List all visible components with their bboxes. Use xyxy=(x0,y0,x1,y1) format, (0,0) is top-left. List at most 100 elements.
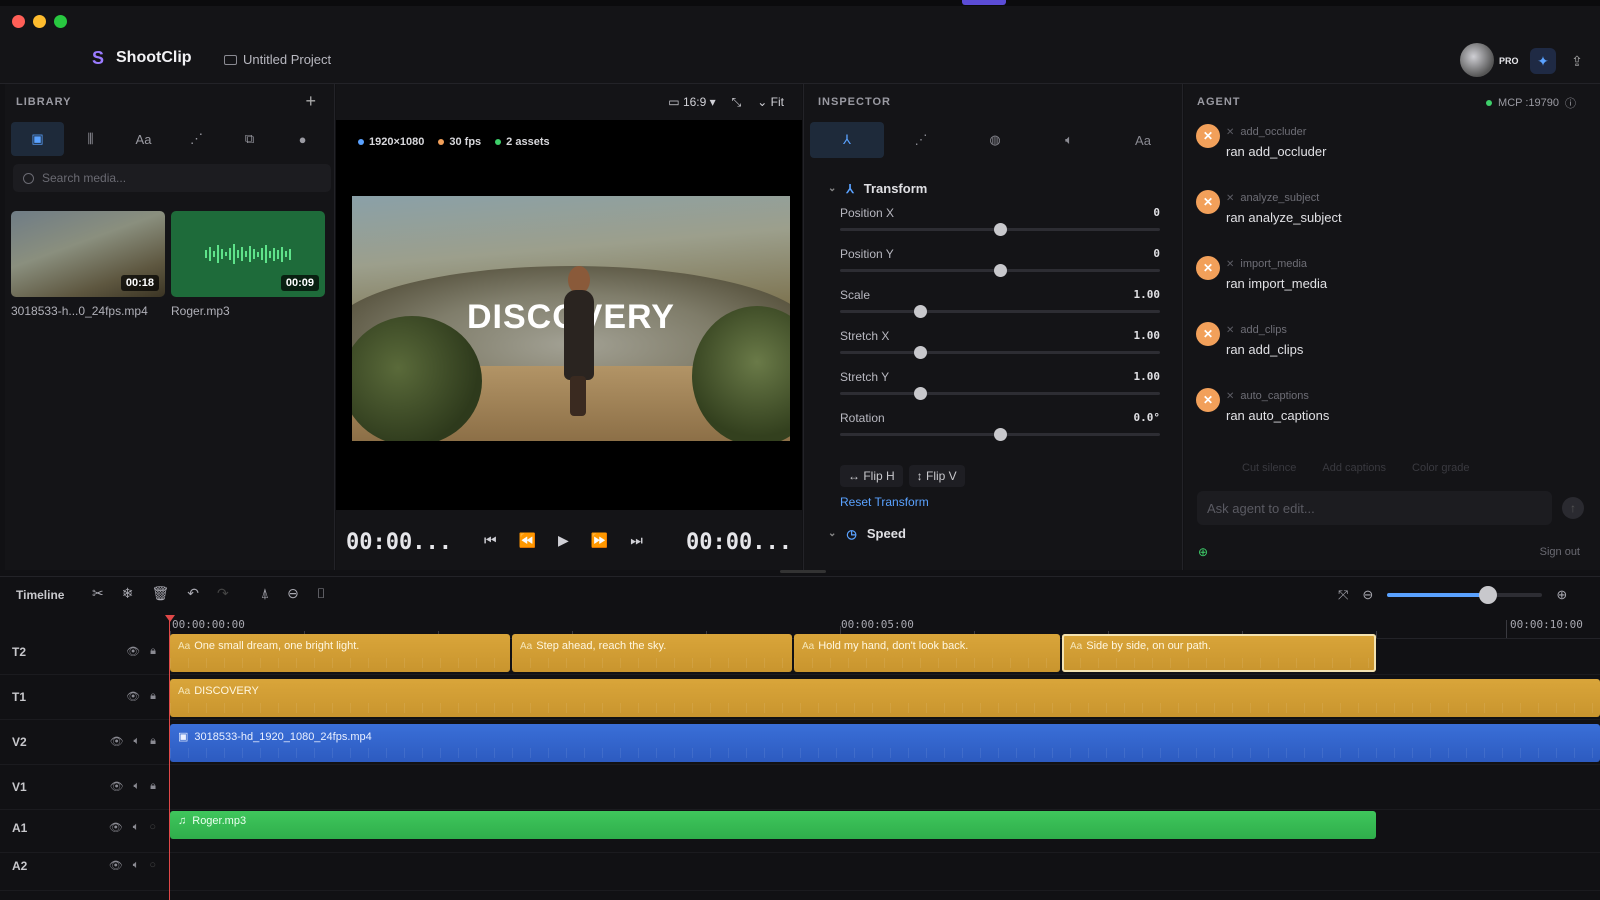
lock-icon[interactable]: 🔒︎ xyxy=(150,645,156,658)
eye-icon[interactable]: 👁︎ xyxy=(110,780,124,793)
fit-select[interactable]: ⌄ Fit xyxy=(757,95,784,109)
skip-start-button[interactable]: ⏮ xyxy=(484,532,497,549)
add-media-button[interactable]: + xyxy=(305,91,316,112)
eye-icon[interactable]: 👁︎ xyxy=(110,735,124,748)
slider-track[interactable] xyxy=(840,351,1160,354)
sign-out-link[interactable]: Sign out xyxy=(1540,546,1580,558)
tab-audio[interactable]: 🔈︎ xyxy=(1032,122,1106,158)
fullscreen-button[interactable]: ⤡ xyxy=(732,95,742,110)
slider-knob[interactable] xyxy=(914,305,927,318)
suggestion-color-grade[interactable]: Color grade xyxy=(1412,462,1469,474)
zoom-knob[interactable] xyxy=(1479,586,1498,604)
split-icon[interactable]: ⍋ xyxy=(261,585,269,602)
share-button[interactable]: ⇪ xyxy=(1566,50,1588,72)
lock-icon[interactable]: 🔒︎ xyxy=(150,780,156,793)
undo-icon[interactable]: ↶ xyxy=(187,585,199,602)
play-button[interactable]: ▶ xyxy=(558,532,569,549)
tab-effects[interactable]: ⋰ xyxy=(170,122,223,156)
media-item-audio[interactable]: 00:09 Roger.mp3 xyxy=(171,211,325,318)
agent-status-icon[interactable]: ⊕ xyxy=(1198,545,1208,559)
agent-prompt-input[interactable] xyxy=(1207,491,1537,525)
agent-action[interactable]: ✕ ✕ auto_captions ran auto_captions xyxy=(1196,388,1556,438)
project-title[interactable]: Untitled Project xyxy=(224,52,331,67)
maximize-window-button[interactable] xyxy=(54,15,67,28)
caption-clip-selected[interactable]: Aa Side by side, on our path. xyxy=(1062,634,1376,672)
crop-icon[interactable]: ⌷ xyxy=(317,585,325,602)
prop-value[interactable]: 1.00 xyxy=(1134,288,1161,301)
title-clip[interactable]: Aa DISCOVERY xyxy=(170,679,1600,717)
eye-icon[interactable]: 👁︎ xyxy=(109,821,123,834)
tab-effects[interactable]: ⋰ xyxy=(884,122,958,158)
tab-shapes[interactable]: ⧉ xyxy=(223,122,276,156)
speaker-icon[interactable]: 🔈︎ xyxy=(134,735,141,748)
step-forward-button[interactable]: ⏩ xyxy=(591,532,608,549)
caption-clip[interactable]: Aa Step ahead, reach the sky. xyxy=(512,634,792,672)
zoom-slider[interactable] xyxy=(1387,586,1543,604)
aspect-ratio-select[interactable]: ▭ 16:9 ▾ xyxy=(668,95,715,109)
slider-track[interactable] xyxy=(840,310,1160,313)
eye-icon[interactable]: 👁︎ xyxy=(126,690,140,703)
flip-v-button[interactable]: ↕ Flip V xyxy=(908,465,965,487)
minimize-window-button[interactable] xyxy=(33,15,46,28)
slider-knob[interactable] xyxy=(994,264,1007,277)
prop-value[interactable]: 0.0° xyxy=(1134,411,1161,424)
agent-action[interactable]: ✕ ✕ add_occluder ran add_occluder xyxy=(1196,124,1556,174)
zoom-out-icon[interactable]: ⊖ xyxy=(1362,587,1373,603)
agent-action[interactable]: ✕ ✕ import_media ran import_media xyxy=(1196,256,1556,306)
speaker-icon[interactable]: 🔈︎ xyxy=(134,780,141,793)
zoom-in-icon[interactable]: ⊕ xyxy=(1556,587,1567,603)
tab-color[interactable]: ◍ xyxy=(958,122,1032,158)
redo-icon[interactable]: ↷ xyxy=(217,585,229,602)
tab-text[interactable]: Aa xyxy=(117,122,170,156)
scissors-icon[interactable]: ✂ xyxy=(92,585,104,602)
tab-transform[interactable]: ⅄ xyxy=(810,122,884,158)
lock-icon[interactable]: 🔒︎ xyxy=(150,690,156,703)
playhead-handle[interactable] xyxy=(165,615,175,622)
prop-value[interactable]: 1.00 xyxy=(1134,329,1161,342)
slider-knob[interactable] xyxy=(994,223,1007,236)
prop-value[interactable]: 1.00 xyxy=(1134,370,1161,383)
tab-color[interactable]: ● xyxy=(276,122,329,156)
suggestion-add-captions[interactable]: Add captions xyxy=(1322,462,1386,474)
agent-action[interactable]: ✕ ✕ add_clips ran add_clips xyxy=(1196,322,1556,372)
mute-icon[interactable]: ○ xyxy=(149,859,156,872)
caption-clip[interactable]: Aa Hold my hand, don't look back. xyxy=(794,634,1060,672)
trash-icon[interactable]: 🗑︎ xyxy=(151,585,169,602)
freeze-icon[interactable]: ❄ xyxy=(122,585,134,602)
eye-icon[interactable]: 👁︎ xyxy=(109,859,123,872)
ai-sparkle-button[interactable]: ✦ xyxy=(1530,48,1556,74)
caption-clip[interactable]: Aa One small dream, one bright light. xyxy=(170,634,510,672)
slider-knob[interactable] xyxy=(914,346,927,359)
speaker-icon[interactable]: 🔈︎ xyxy=(133,859,140,872)
snap-icon[interactable]: ⤧ xyxy=(1338,587,1348,603)
flip-h-button[interactable]: ↔ Flip H xyxy=(840,465,903,487)
search-input[interactable] xyxy=(42,171,312,185)
tab-text[interactable]: Aa xyxy=(1106,122,1180,158)
info-icon[interactable]: ⓘ xyxy=(1565,95,1576,111)
skip-end-button[interactable]: ⏭ xyxy=(630,532,643,549)
slider-track[interactable] xyxy=(840,392,1160,395)
slider-knob[interactable] xyxy=(994,428,1007,441)
reset-transform-link[interactable]: Reset Transform xyxy=(840,495,929,509)
speaker-icon[interactable]: 🔈︎ xyxy=(133,821,140,834)
speed-section-header[interactable]: ⌄ ◷ Speed xyxy=(828,526,906,541)
agent-action[interactable]: ✕ ✕ analyze_subject ran analyze_subject xyxy=(1196,190,1556,240)
playhead[interactable] xyxy=(169,617,170,900)
step-back-button[interactable]: ⏪ xyxy=(519,532,536,549)
video-clip[interactable]: ▣ 3018533-hd_1920_1080_24fps.mp4 xyxy=(170,724,1600,762)
suggestion-cut-silence[interactable]: Cut silence xyxy=(1242,462,1296,474)
eye-icon[interactable]: 👁︎ xyxy=(126,645,140,658)
prop-value[interactable]: 0 xyxy=(1153,247,1160,260)
tab-audio[interactable]: ⫼ xyxy=(64,122,117,156)
panel-resize-handle[interactable] xyxy=(780,570,826,573)
lock-icon[interactable]: 🔒︎ xyxy=(150,735,156,748)
transform-section-header[interactable]: ⌄ ⅄ Transform xyxy=(828,181,927,196)
video-canvas[interactable]: DISCOVERY xyxy=(352,196,790,441)
avatar[interactable] xyxy=(1460,43,1494,77)
slider-knob[interactable] xyxy=(914,387,927,400)
detach-icon[interactable]: ⊖ xyxy=(287,585,299,602)
prop-value[interactable]: 0 xyxy=(1153,206,1160,219)
mute-icon[interactable]: ○ xyxy=(149,821,156,834)
close-window-button[interactable] xyxy=(12,15,25,28)
audio-clip[interactable]: ♫ Roger.mp3 xyxy=(170,811,1376,839)
